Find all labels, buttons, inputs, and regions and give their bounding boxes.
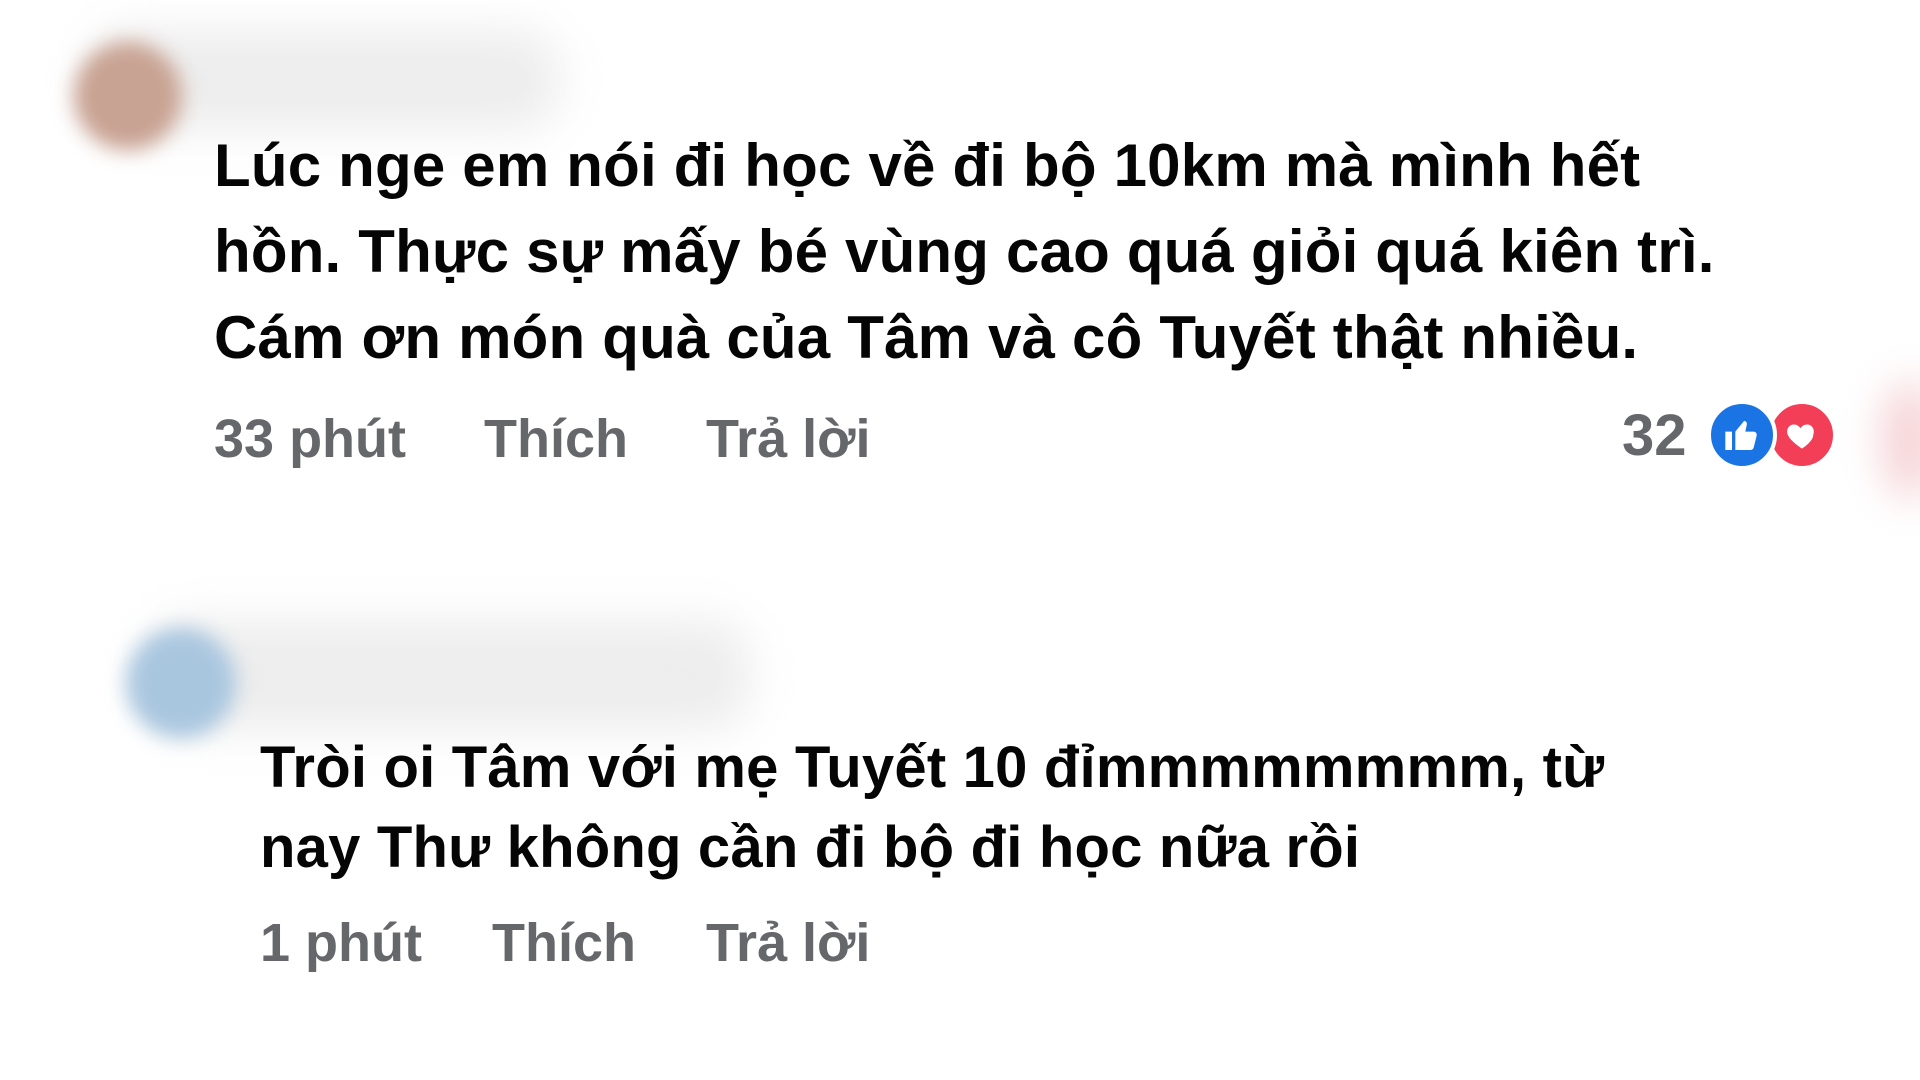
comment-time: 33 phút — [214, 409, 407, 469]
like-icon — [1706, 400, 1777, 470]
reaction-count: 32 — [1622, 402, 1687, 468]
comment-actions: 33 phút Thích Trả lời — [214, 408, 870, 470]
comment-actions: 1 phút Thích Trả lời — [260, 912, 870, 974]
comment-time: 1 phút — [260, 913, 422, 973]
comments-screen: Lúc nge em nói đi học về đi bộ 10km mà m… — [0, 0, 1920, 1080]
comment-text-line: Tròi oi Tâm với mẹ Tuyết 10 đỉmmmmmmmm, … — [260, 735, 1605, 800]
comment-text-line: Cám ơn món quà của Tâm và cô Tuyết thật … — [214, 304, 1639, 371]
like-button[interactable]: Thích — [484, 408, 628, 470]
reaction-summary[interactable]: 32 — [1622, 400, 1837, 470]
avatar[interactable] — [74, 42, 182, 150]
author-name-redacted — [150, 620, 750, 730]
avatar[interactable] — [126, 628, 236, 738]
comment-text-line: Lúc nge em nói đi học về đi bộ 10km mà m… — [214, 132, 1641, 199]
reply-button[interactable]: Trả lời — [706, 408, 870, 470]
comment-text-line: nay Thư không cần đi bộ đi học nữa rồi — [260, 815, 1361, 880]
comment-1: Lúc nge em nói đi học về đi bộ 10km mà m… — [0, 0, 1920, 480]
like-button[interactable]: Thích — [492, 912, 636, 974]
love-icon — [1766, 400, 1837, 470]
reply-button[interactable]: Trả lời — [706, 912, 870, 974]
comment-text-line: hồn. Thực sự mấy bé vùng cao quá giỏi qu… — [214, 218, 1715, 285]
comment-2: Tròi oi Tâm với mẹ Tuyết 10 đỉmmmmmmmm, … — [0, 560, 1920, 1040]
